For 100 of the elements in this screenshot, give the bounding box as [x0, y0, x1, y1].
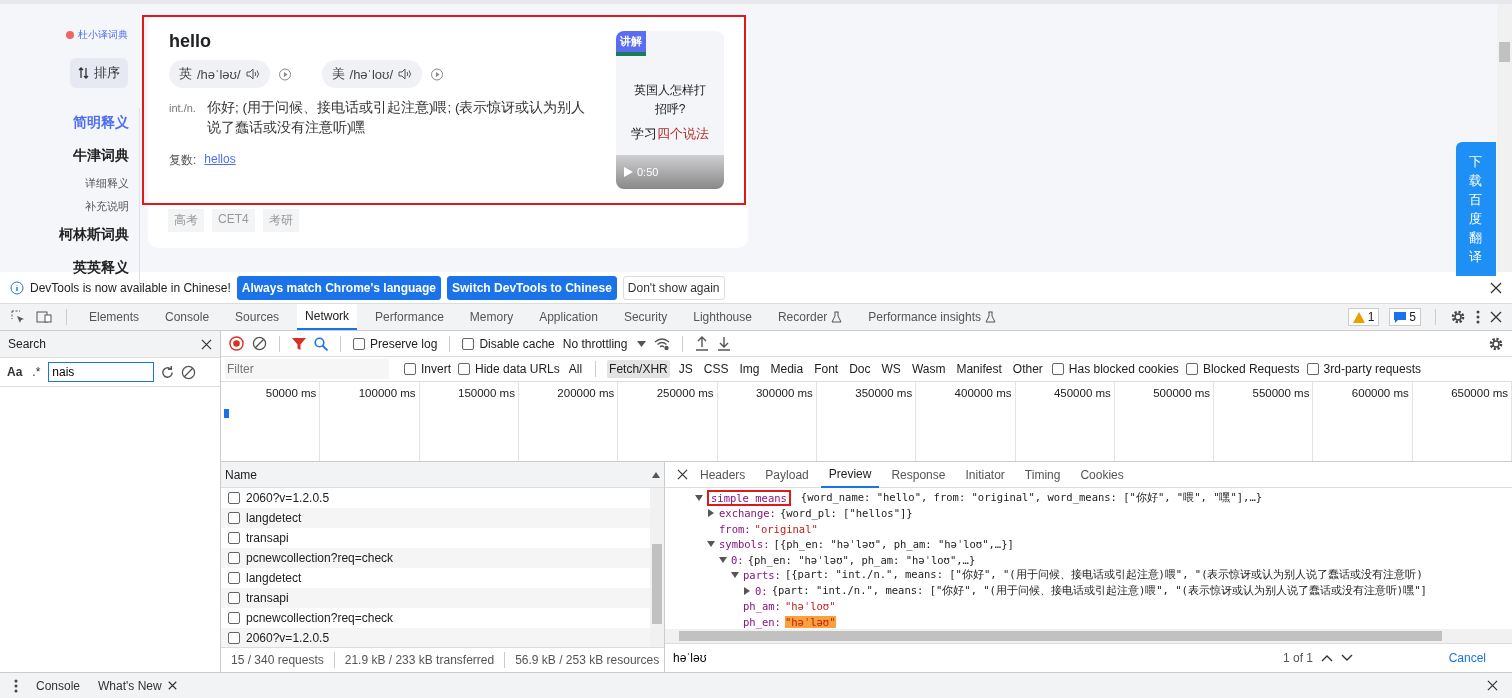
- resource-type-filter[interactable]: WS: [879, 360, 903, 378]
- expanded-arrow-icon[interactable]: [695, 493, 703, 502]
- resource-type-filter[interactable]: Img: [737, 360, 762, 378]
- close-icon[interactable]: [1487, 680, 1498, 691]
- expanded-arrow-icon[interactable]: [719, 555, 727, 564]
- close-icon[interactable]: [1490, 311, 1502, 323]
- search-panel-title[interactable]: Search: [8, 337, 47, 351]
- regex-toggle[interactable]: .*: [30, 365, 43, 379]
- page-scrollbar[interactable]: [1497, 4, 1512, 272]
- filter-checkbox[interactable]: [1185, 363, 1198, 375]
- filter-checkbox[interactable]: [404, 363, 416, 375]
- panel-tab[interactable]: Performance: [367, 304, 452, 330]
- request-row[interactable]: pcnewcollection?req=check: [221, 608, 650, 628]
- filter-input[interactable]: Filter: [225, 359, 389, 379]
- panel-tab[interactable]: Application: [531, 304, 606, 330]
- next-match-icon[interactable]: [1341, 654, 1354, 662]
- expanded-arrow-icon[interactable]: [731, 571, 739, 580]
- collapsed-arrow-icon[interactable]: [743, 586, 751, 595]
- close-icon[interactable]: [1490, 281, 1502, 294]
- detail-tab[interactable]: Payload: [757, 461, 817, 488]
- more-icon[interactable]: [1476, 310, 1480, 324]
- nav-subitem[interactable]: 补充说明: [85, 199, 129, 214]
- drawer-tab[interactable]: What's New: [98, 678, 177, 693]
- panel-tab[interactable]: Elements: [81, 304, 148, 330]
- device-toolbar-icon[interactable]: [36, 309, 52, 325]
- drawer-tab[interactable]: Console: [36, 678, 81, 693]
- settings-icon[interactable]: [1488, 335, 1504, 352]
- settings-icon[interactable]: [1450, 309, 1466, 325]
- disable-cache-checkbox[interactable]: [462, 337, 475, 350]
- search-input[interactable]: nais: [48, 362, 155, 382]
- inspect-icon[interactable]: [10, 309, 26, 325]
- detail-tab[interactable]: Cookies: [1072, 461, 1132, 488]
- close-icon[interactable]: [167, 681, 177, 690]
- resource-type-filter[interactable]: All: [566, 360, 585, 378]
- detail-tab[interactable]: Preview: [820, 461, 880, 488]
- sort-button[interactable]: 排序: [70, 58, 128, 88]
- clear-icon[interactable]: [252, 336, 267, 351]
- refresh-icon[interactable]: [160, 364, 176, 380]
- row-checkbox[interactable]: [228, 572, 240, 584]
- record-icon[interactable]: [229, 336, 244, 351]
- panel-tab[interactable]: Memory: [461, 304, 522, 330]
- filter-checkbox[interactable]: [458, 363, 470, 375]
- panel-tab[interactable]: Recorder: [769, 304, 851, 330]
- nav-item[interactable]: 牛津词典: [73, 147, 129, 165]
- messages-counter[interactable]: 5: [1389, 308, 1421, 326]
- column-header[interactable]: Name: [225, 467, 257, 482]
- expanded-arrow-icon[interactable]: [707, 540, 715, 549]
- infobar-button[interactable]: Don't show again: [622, 275, 725, 300]
- resource-type-filter[interactable]: Wasm: [909, 360, 948, 378]
- throttling-dropdown[interactable]: No throttling: [562, 336, 647, 351]
- scroll-up-icon[interactable]: [652, 471, 660, 478]
- resource-type-filter[interactable]: Media: [768, 360, 806, 378]
- row-checkbox[interactable]: [228, 552, 240, 564]
- request-row[interactable]: 2060?v=1.2.0.5: [221, 628, 650, 648]
- row-checkbox[interactable]: [228, 492, 240, 504]
- horizontal-scrollbar[interactable]: [665, 629, 1512, 643]
- infobar-button[interactable]: Always match Chrome's language: [236, 275, 442, 300]
- detail-tab[interactable]: Initiator: [957, 461, 1013, 488]
- resource-type-filter[interactable]: Doc: [847, 360, 873, 378]
- row-checkbox[interactable]: [228, 532, 240, 544]
- replay-icon[interactable]: [277, 67, 292, 81]
- infobar-button[interactable]: Switch DevTools to Chinese: [447, 275, 617, 300]
- detail-tab[interactable]: Timing: [1016, 461, 1069, 488]
- network-conditions-icon[interactable]: [654, 336, 671, 351]
- resource-type-filter[interactable]: Font: [812, 360, 841, 378]
- request-row[interactable]: langdetect: [221, 508, 650, 528]
- download-icon[interactable]: [717, 336, 732, 351]
- row-checkbox[interactable]: [228, 592, 240, 604]
- collapsed-arrow-icon[interactable]: [707, 509, 715, 518]
- warnings-counter[interactable]: 1: [1347, 308, 1380, 326]
- upload-icon[interactable]: [695, 336, 710, 351]
- request-row[interactable]: transapi: [221, 528, 650, 548]
- pronunciation-pill[interactable]: 美 /həˈloʊ/: [321, 60, 423, 88]
- preserve-log-checkbox[interactable]: [353, 337, 365, 350]
- resource-type-filter[interactable]: Other: [1010, 360, 1045, 378]
- plural-link[interactable]: hellos: [204, 152, 236, 169]
- nav-subitem[interactable]: 详细释义: [85, 176, 129, 191]
- pronunciation-pill[interactable]: 英 /həˈləʊ/: [169, 60, 270, 88]
- detail-tab[interactable]: Headers: [692, 461, 754, 488]
- request-row[interactable]: 2060?v=1.2.0.5: [221, 488, 650, 508]
- close-icon[interactable]: [201, 338, 212, 350]
- detail-tab[interactable]: Response: [883, 461, 954, 488]
- panel-tab[interactable]: Lighthouse: [685, 304, 760, 330]
- previous-match-icon[interactable]: [1321, 654, 1334, 662]
- cancel-link[interactable]: Cancel: [1448, 651, 1486, 665]
- search-icon[interactable]: [314, 336, 328, 351]
- resource-type-filter[interactable]: CSS: [701, 360, 731, 378]
- panel-tab[interactable]: Sources: [227, 304, 288, 330]
- resource-type-filter[interactable]: Fetch/XHR: [607, 360, 670, 378]
- filter-checkbox[interactable]: [1051, 363, 1064, 375]
- row-checkbox[interactable]: [228, 632, 240, 644]
- video-card[interactable]: 讲解 英国人怎样打招呼? 学习 四个说法 0:50: [616, 31, 724, 189]
- more-icon[interactable]: [14, 678, 18, 693]
- nav-item[interactable]: 简明释义: [73, 114, 129, 132]
- list-scrollbar[interactable]: [650, 488, 664, 647]
- nav-item[interactable]: 英英释义: [73, 259, 129, 277]
- resource-type-filter[interactable]: JS: [676, 360, 695, 378]
- match-case-toggle[interactable]: Aa: [5, 365, 25, 379]
- panel-tab[interactable]: Security: [615, 304, 676, 330]
- filter-checkbox[interactable]: [1306, 363, 1319, 375]
